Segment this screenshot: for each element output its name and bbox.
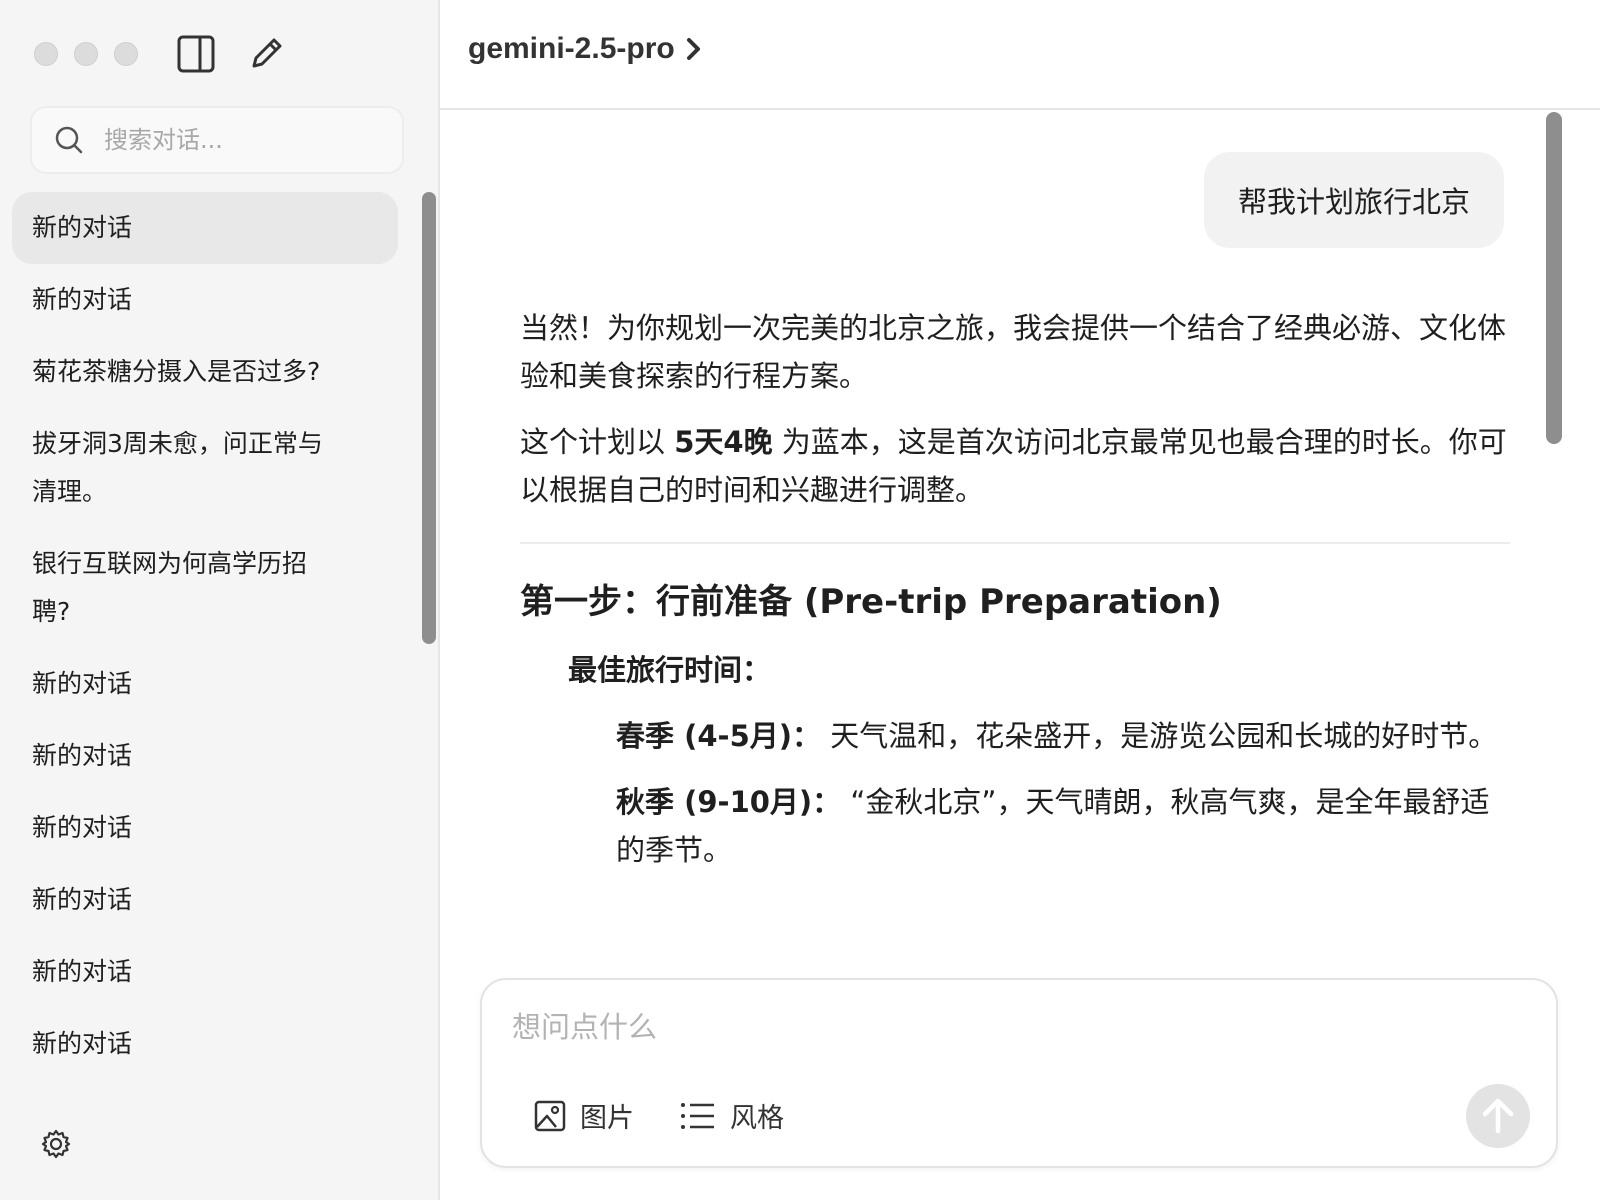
app-window: 新的对话 新的对话 菊花茶糖分摄入是否过多? 拔牙洞3周未愈，问正常与清理。 银… [0, 0, 1600, 1200]
autumn-label: 秋季 (9-10月)： [616, 785, 842, 819]
gear-icon [41, 1129, 71, 1159]
spring-label: 春季 (4-5月)： [616, 719, 821, 753]
conversation-item[interactable]: 新的对话 [12, 936, 398, 1008]
close-window-button[interactable] [34, 42, 58, 66]
message-input[interactable] [510, 1002, 1490, 1050]
spring-text: 天气温和，花朵盛开，是游览公园和长城的好时节。 [821, 719, 1498, 753]
conversation-item[interactable]: 新的对话 [12, 192, 398, 264]
chevron-right-icon [686, 38, 700, 60]
conversation-item[interactable]: 银行互联网为何高学历招聘? [12, 528, 352, 648]
search-input[interactable] [102, 125, 362, 155]
conversation-item[interactable]: 新的对话 [12, 264, 398, 336]
image-button-label: 图片 [580, 1103, 634, 1134]
assistant-intro: 当然！为你规划一次完美的北京之旅，我会提供一个结合了经典必游、文化体验和美食探索… [520, 311, 1507, 393]
maximize-window-button[interactable] [114, 42, 138, 66]
best-time-label: 最佳旅行时间： [568, 653, 772, 687]
assistant-plan: 这个计划以 5天4晚 为蓝本，这是首次访问北京最常见也最合理的时长。你可以根据自… [520, 418, 1510, 514]
divider [520, 542, 1510, 544]
new-chat-button[interactable] [246, 34, 286, 74]
spring-item: 春季 (4-5月)： 天气温和，花朵盛开，是游览公园和长城的好时节。 [616, 712, 1510, 760]
step1-heading: 第一步：行前准备 (Pre-trip Preparation) [520, 582, 1222, 622]
settings-button[interactable] [40, 1128, 72, 1160]
user-message: 帮我计划旅行北京 [1203, 152, 1504, 248]
chat-scrollbar[interactable] [1546, 112, 1562, 444]
sidebar-toggle-icon [177, 35, 215, 73]
pencil-icon [252, 38, 282, 68]
style-button[interactable]: 风格 [680, 1096, 784, 1135]
conversation-item[interactable]: 拔牙洞3周未愈，问正常与清理。 [12, 408, 352, 528]
search-box[interactable] [30, 106, 404, 174]
conversation-item[interactable]: 新的对话 [12, 792, 398, 864]
conversation-item[interactable]: 新的对话 [12, 864, 398, 936]
image-icon [534, 1100, 566, 1131]
assistant-message: 当然！为你规划一次完美的北京之旅，我会提供一个结合了经典必游、文化体验和美食探索… [520, 304, 1510, 892]
send-button[interactable] [1466, 1084, 1530, 1148]
plan-prefix: 这个计划以 [520, 425, 675, 459]
composer: 图片 风格 [480, 978, 1558, 1168]
conversation-item[interactable]: 菊花茶糖分摄入是否过多? [12, 336, 398, 408]
model-name: gemini-2.5-pro [468, 32, 675, 65]
toggle-sidebar-button[interactable] [176, 34, 216, 74]
main-panel: gemini-2.5-pro 帮我计划旅行北京 当然！为你规划一次完美的北京之旅… [440, 0, 1600, 1200]
conversation-item[interactable]: 新的对话 [12, 720, 398, 792]
conversation-item[interactable]: 新的对话 [12, 1008, 398, 1080]
image-button[interactable]: 图片 [534, 1096, 634, 1135]
plan-duration: 5天4晚 [674, 425, 773, 459]
search-icon [55, 126, 83, 154]
autumn-item: 秋季 (9-10月)： “金秋北京”，天气晴朗，秋高气爽，是全年最舒适的季节。 [616, 778, 1510, 874]
chat-messages: 帮我计划旅行北京 当然！为你规划一次完美的北京之旅，我会提供一个结合了经典必游、… [440, 112, 1600, 962]
chat-header: gemini-2.5-pro [440, 0, 1600, 110]
model-selector[interactable]: gemini-2.5-pro [468, 32, 703, 66]
minimize-window-button[interactable] [74, 42, 98, 66]
style-button-label: 风格 [730, 1103, 784, 1134]
window-controls [34, 42, 138, 66]
sidebar: 新的对话 新的对话 菊花茶糖分摄入是否过多? 拔牙洞3周未愈，问正常与清理。 银… [0, 0, 440, 1200]
sidebar-scrollbar[interactable] [422, 192, 436, 644]
conversation-list: 新的对话 新的对话 菊花茶糖分摄入是否过多? 拔牙洞3周未愈，问正常与清理。 银… [12, 192, 398, 1080]
list-icon [681, 1102, 714, 1129]
arrow-up-icon [1482, 1098, 1514, 1134]
conversation-item[interactable]: 新的对话 [12, 648, 398, 720]
